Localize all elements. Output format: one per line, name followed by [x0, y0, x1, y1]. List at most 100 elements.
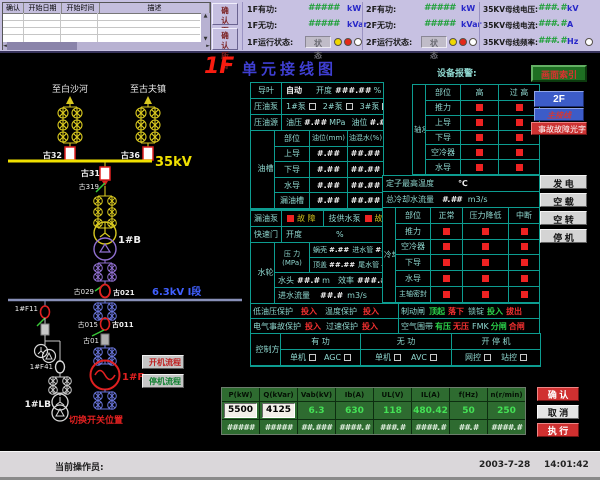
cooling-cut-indicator	[509, 271, 539, 286]
fast-gate-unit: %	[336, 230, 344, 239]
switch-01[interactable]	[101, 334, 109, 345]
scroll-right-icon[interactable]: ►	[206, 43, 210, 49]
unit2-run-state-label: 2F运行状态:	[366, 37, 412, 48]
feeder1-label: 至白沙河	[52, 83, 88, 95]
q-single-checkbox[interactable]	[394, 354, 401, 361]
horizontal-scrollbar[interactable]: ◄►	[3, 42, 210, 50]
vertical-scrollbar[interactable]: ▲▼	[201, 13, 210, 42]
col-start-time: 开始时间	[62, 3, 100, 13]
state-noload-button[interactable]: 空 载	[540, 193, 587, 207]
pump1-checkbox[interactable]	[309, 103, 316, 110]
control-mode-block: 控制方式 有 功 无 功 开 停 机 单机 AGC 单机 AVC 网控 站控	[250, 333, 541, 367]
breaker-32[interactable]	[65, 147, 75, 160]
bearing-high-indicator	[461, 116, 498, 130]
operator-label: 当前操作员:	[55, 460, 104, 473]
breaker-31[interactable]	[100, 167, 110, 180]
cooling-cut-indicator	[509, 224, 539, 239]
main-wiring-button[interactable]: 主接线	[534, 108, 584, 121]
guide-vane-mode: 自动	[286, 85, 302, 96]
startup-flow-button[interactable]: 开机流程	[142, 355, 184, 369]
table-row-line	[3, 34, 200, 35]
cancel-button[interactable]: 取 消	[537, 405, 579, 419]
bearing-high-indicator	[461, 145, 498, 159]
scroll-thumb[interactable]	[7, 42, 77, 50]
stator-temp-label: 定子最高温度	[386, 178, 434, 189]
lb-transformer-lv	[52, 405, 68, 421]
transformer-lv-winding[interactable]	[94, 238, 116, 260]
unit1-lamp-red	[344, 38, 352, 46]
table-row-line	[3, 20, 200, 21]
oil-pump-row: 压油泵 1#泵 2#泵 3#泵	[250, 98, 384, 115]
page-title: 单元接线图	[242, 58, 337, 79]
screen-index-button[interactable]: 画面索引	[531, 65, 587, 82]
agc-checkbox[interactable]	[344, 354, 351, 361]
unit1-active-power-unit: kW	[347, 4, 361, 13]
tank-row-name: 漏油槽	[275, 193, 309, 208]
temp-protection-state: 投入	[363, 306, 379, 317]
confirm-page-button[interactable]: 确认页	[212, 3, 238, 25]
device-alarm-title: 设备报警:	[437, 66, 477, 79]
state-generate-button[interactable]: 发 电	[540, 175, 587, 189]
unit1-status-button[interactable]: 状 态	[305, 36, 331, 48]
electrical-protection-label: 电气事故保护	[253, 321, 301, 332]
breaker-011[interactable]	[101, 318, 110, 330]
shutdown-flow-button[interactable]: 停机流程	[142, 374, 184, 388]
fast-gate-row: 快速门 开度 %	[250, 226, 384, 243]
avc-checkbox[interactable]	[430, 354, 437, 361]
f-value: 50	[450, 402, 487, 419]
col-normal: 正常	[431, 208, 462, 223]
tank-row-water: ##.##	[348, 162, 383, 177]
state-idle-button[interactable]: 空 转	[540, 211, 587, 225]
unit1-lamp-white	[354, 38, 362, 46]
oil-pressure-value: #.##	[304, 118, 327, 127]
confirm-all-button[interactable]: 确认所有	[212, 28, 238, 50]
q-setpoint-input[interactable]: 4125	[262, 403, 295, 418]
limit-cell: ####.#	[412, 420, 449, 434]
confirm-button[interactable]: 确 认	[537, 387, 579, 401]
net-control-checkbox[interactable]	[484, 354, 491, 361]
unit1-active-power-value: #####	[308, 3, 339, 13]
alarm-event-table[interactable]: 确认 开始日期 开始时间 描述 ▲▼ ◄►	[2, 2, 211, 50]
fault-annunciator-button[interactable]: 事故故障光字	[531, 122, 587, 135]
unit2-status-button[interactable]: 状 态	[421, 36, 447, 48]
bearing-row-name: 推力	[426, 101, 460, 115]
fmk-label: FMK	[472, 322, 489, 331]
pump2-label: 2#泵	[323, 101, 343, 112]
pump2-checkbox[interactable]	[346, 103, 353, 110]
limit-cell: ####.#	[336, 420, 373, 434]
breaker-36[interactable]	[143, 147, 153, 160]
guide-vane-label: 导叶	[251, 83, 282, 98]
col-part: 部位	[396, 208, 430, 223]
unit-2f-button[interactable]: 2F	[534, 91, 584, 107]
head-cover-value: ##.##	[329, 261, 355, 269]
overspeed-protection-label: 过速保护	[326, 321, 358, 332]
tech-pump-fault-indicator	[365, 215, 372, 222]
breaker-1f41[interactable]	[56, 361, 65, 373]
col-interrupted: 中断	[509, 208, 539, 223]
cooling-water-table: 冷却水 部位 正常 压力降低 中断 推力 空冷器 下导 水导 主轴密封	[382, 207, 540, 304]
pump3-checkbox[interactable]	[382, 103, 384, 110]
table-col-line	[23, 13, 24, 42]
p-single-checkbox[interactable]	[309, 354, 316, 361]
cooling-low-indicator	[463, 255, 508, 270]
col-description: 描述	[100, 3, 210, 13]
col-header: Q(kVar)	[260, 388, 297, 401]
state-stop-button[interactable]: 停 机	[540, 229, 587, 243]
unit1-active-power-label: 1F有功:	[247, 4, 277, 15]
table-col-line	[97, 13, 98, 42]
scroll-up-icon[interactable]: ▲	[204, 13, 208, 19]
unit1-lamp-yellow	[334, 38, 342, 46]
p-setpoint-input[interactable]: 5500	[224, 403, 257, 418]
col-header: IL(A)	[412, 388, 449, 401]
tank-row-name: 水导	[275, 178, 309, 193]
breaker-1f11[interactable]	[41, 306, 50, 318]
execute-button[interactable]: 执 行	[537, 423, 579, 437]
breaker-021[interactable]	[100, 285, 110, 298]
bus35-current-label: 35KV母线电流:	[483, 20, 538, 31]
station-control-checkbox[interactable]	[520, 354, 527, 361]
tank-row-name: 上导	[275, 147, 309, 162]
status-bar: 当前操作员: 2003-7-28 14:01:42	[0, 451, 600, 480]
tank-row-water: ##.##	[348, 178, 383, 193]
sine-wave-icon	[95, 371, 115, 380]
brake-down-state: 落下	[448, 306, 464, 317]
